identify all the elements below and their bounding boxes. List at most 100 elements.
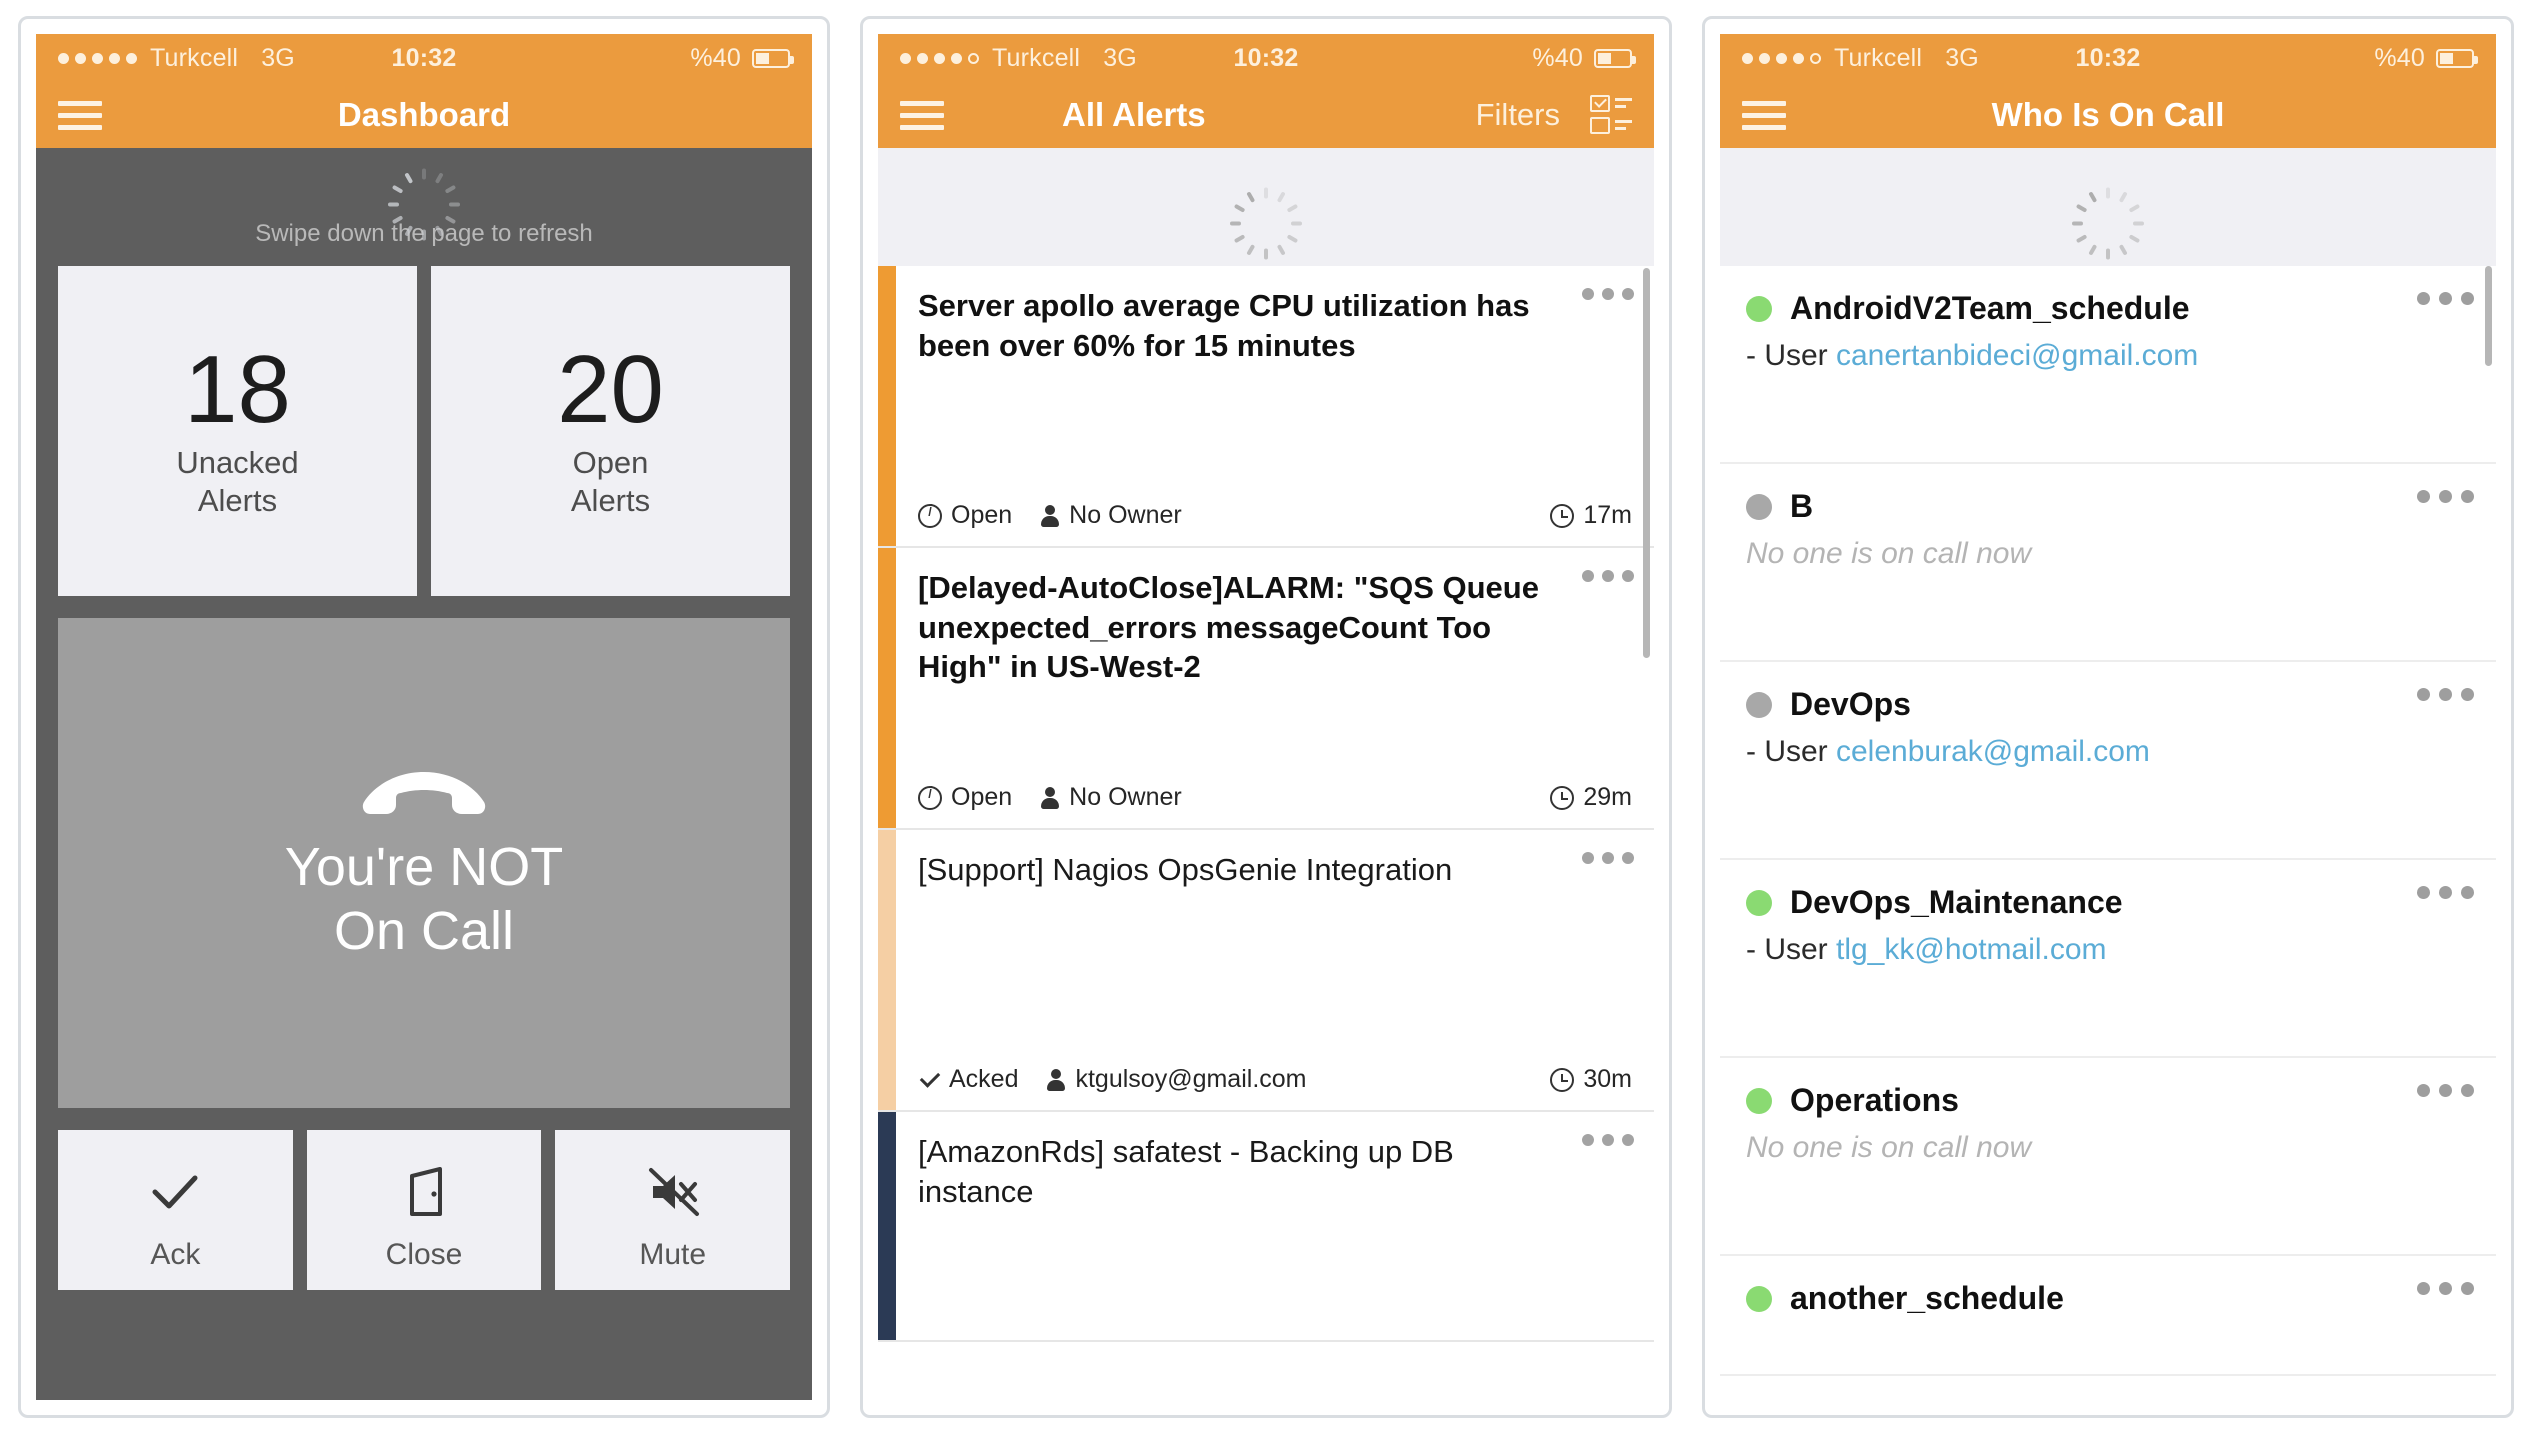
severity-bar bbox=[878, 266, 896, 546]
alert-title: Server apollo average CPU utilization ha… bbox=[918, 288, 1530, 363]
alert-status: Open bbox=[918, 501, 1012, 530]
status-badge bbox=[1746, 1285, 1772, 1312]
filters-button[interactable]: Filters bbox=[1476, 97, 1560, 133]
alert-content: [Delayed-AutoClose]ALARM: "SQS Queue une… bbox=[896, 548, 1654, 828]
phone-hangup-icon bbox=[358, 762, 490, 826]
list-item[interactable]: AndroidV2Team_schedule - User canertanbi… bbox=[1720, 266, 2496, 464]
signal-strength-icon bbox=[900, 52, 979, 64]
more-options-icon[interactable] bbox=[2417, 490, 2474, 503]
table-row[interactable]: Server apollo average CPU utilization ha… bbox=[878, 266, 1654, 548]
list-item[interactable]: another_schedule bbox=[1720, 1256, 2496, 1376]
carrier-label: Turkcell bbox=[150, 43, 239, 72]
schedule-user: - User canertanbideci@gmail.com bbox=[1746, 339, 2199, 372]
schedule-name: Operations bbox=[1790, 1082, 1959, 1118]
status-badge bbox=[1746, 295, 1772, 322]
oncall-list[interactable]: AndroidV2Team_schedule - User canertanbi… bbox=[1720, 148, 2496, 1400]
more-options-icon[interactable] bbox=[1582, 1134, 1634, 1146]
stats-row: 18 Unacked Alerts 20 Open Alerts bbox=[58, 266, 790, 596]
unacked-count: 18 bbox=[184, 336, 291, 444]
status-bar-right: %40 bbox=[2374, 44, 2478, 73]
navbar-alerts: All Alerts Filters bbox=[878, 82, 1654, 148]
schedule-user: - User celenburak@gmail.com bbox=[1746, 735, 2150, 768]
schedule-name: DevOps_Maintenance bbox=[1790, 884, 2123, 920]
scrollbar[interactable] bbox=[1643, 268, 1650, 658]
list-item[interactable]: B No one is on call now bbox=[1720, 464, 2496, 662]
check-icon bbox=[147, 1164, 203, 1220]
schedule-empty: No one is on call now bbox=[1746, 537, 2032, 570]
hamburger-icon[interactable] bbox=[58, 94, 102, 137]
list-item[interactable]: Operations No one is on call now bbox=[1720, 1058, 2496, 1256]
mute-icon bbox=[645, 1164, 701, 1220]
network-type-label: 3G bbox=[1945, 43, 1979, 72]
alert-title: [Delayed-AutoClose]ALARM: "SQS Queue une… bbox=[918, 570, 1539, 685]
more-options-icon[interactable] bbox=[2417, 688, 2474, 701]
more-options-icon[interactable] bbox=[1582, 288, 1634, 300]
oncall-status-text: You're NOT On Call bbox=[284, 837, 564, 961]
scrollbar[interactable] bbox=[2485, 266, 2492, 366]
more-options-icon[interactable] bbox=[2417, 1282, 2474, 1295]
open-label: Open Alerts bbox=[570, 445, 651, 518]
list-item[interactable]: DevOps_Maintenance - User tlg_kk@hotmail… bbox=[1720, 860, 2496, 1058]
more-options-icon[interactable] bbox=[2417, 292, 2474, 305]
table-row[interactable]: [AmazonRds] safatest - Backing up DB ins… bbox=[878, 1112, 1654, 1342]
stat-card-unacked[interactable]: 18 Unacked Alerts bbox=[58, 266, 417, 596]
user-email[interactable]: canertanbideci@gmail.com bbox=[1836, 339, 2198, 372]
signal-strength-icon bbox=[58, 52, 137, 64]
status-bar-3: Turkcell 3G 10:32 %40 bbox=[1720, 34, 2496, 82]
hamburger-icon[interactable] bbox=[1742, 94, 1786, 137]
navbar-dashboard: Dashboard bbox=[36, 82, 812, 148]
severity-bar bbox=[878, 548, 896, 828]
battery-icon bbox=[1594, 48, 1636, 68]
alerts-list[interactable]: Server apollo average CPU utilization ha… bbox=[878, 148, 1654, 1400]
table-row[interactable]: [Delayed-AutoClose]ALARM: "SQS Queue une… bbox=[878, 548, 1654, 830]
mute-button[interactable]: Mute bbox=[555, 1130, 791, 1290]
pull-to-refresh[interactable] bbox=[1720, 148, 2496, 266]
unacked-label: Unacked Alerts bbox=[176, 445, 299, 518]
close-label: Close bbox=[385, 1238, 463, 1271]
stat-card-open[interactable]: 20 Open Alerts bbox=[431, 266, 790, 596]
pull-to-refresh[interactable] bbox=[878, 148, 1654, 266]
alert-title: [Support] Nagios OpsGenie Integration bbox=[918, 852, 1453, 887]
info-icon bbox=[918, 783, 942, 810]
oncall-status-card[interactable]: You're NOT On Call bbox=[58, 618, 790, 1108]
user-email[interactable]: tlg_kk@hotmail.com bbox=[1836, 933, 2107, 966]
status-bar-left: Turkcell 3G bbox=[58, 44, 295, 73]
hamburger-icon[interactable] bbox=[900, 94, 944, 137]
schedule-header: another_schedule bbox=[1746, 1280, 2470, 1317]
close-button[interactable]: Close bbox=[306, 1130, 542, 1290]
status-bar-1: Turkcell 3G 10:32 %40 bbox=[36, 34, 812, 82]
battery-icon bbox=[752, 48, 794, 68]
page-title: Who Is On Call bbox=[1991, 96, 2225, 133]
schedule-header: B bbox=[1746, 488, 2470, 525]
page-title: All Alerts bbox=[1062, 96, 1206, 133]
list-item[interactable]: DevOps - User celenburak@gmail.com bbox=[1720, 662, 2496, 860]
user-email[interactable]: celenburak@gmail.com bbox=[1836, 735, 2150, 768]
carrier-label: Turkcell bbox=[1834, 43, 1923, 72]
schedule-name: DevOps bbox=[1790, 686, 1911, 722]
open-count: 20 bbox=[557, 336, 664, 444]
mute-label: Mute bbox=[639, 1238, 707, 1271]
more-options-icon[interactable] bbox=[2417, 1084, 2474, 1097]
alert-content: Server apollo average CPU utilization ha… bbox=[896, 266, 1654, 546]
oncall-screen: Turkcell 3G 10:32 %40 Who Is On Call And… bbox=[1720, 34, 2496, 1400]
alert-title: [AmazonRds] safatest - Backing up DB ins… bbox=[918, 1134, 1454, 1209]
more-options-icon[interactable] bbox=[1582, 570, 1634, 582]
alert-owner: No Owner bbox=[1040, 501, 1182, 530]
table-row[interactable]: [Support] Nagios OpsGenie Integration Ac… bbox=[878, 830, 1654, 1112]
schedule-name: another_schedule bbox=[1790, 1280, 2064, 1316]
more-options-icon[interactable] bbox=[2417, 886, 2474, 899]
pull-to-refresh[interactable]: Swipe down the page to refresh bbox=[58, 148, 790, 266]
more-options-icon[interactable] bbox=[1582, 852, 1634, 864]
status-badge bbox=[1746, 493, 1772, 520]
carrier-label: Turkcell bbox=[992, 43, 1081, 72]
info-icon bbox=[918, 501, 942, 528]
schedule-header: Operations bbox=[1746, 1082, 2470, 1119]
ack-button[interactable]: Ack bbox=[58, 1130, 293, 1290]
status-badge bbox=[1746, 691, 1772, 718]
page-title: Dashboard bbox=[337, 96, 511, 133]
checklist-icon[interactable] bbox=[1590, 95, 1632, 135]
battery-icon bbox=[2436, 48, 2478, 68]
screenshot-stage: Turkcell 3G 10:32 %40 Dashboard Swipe do… bbox=[0, 0, 2538, 1434]
action-buttons-row: Ack Close Mute bbox=[58, 1130, 791, 1290]
check-icon bbox=[918, 1069, 940, 1091]
